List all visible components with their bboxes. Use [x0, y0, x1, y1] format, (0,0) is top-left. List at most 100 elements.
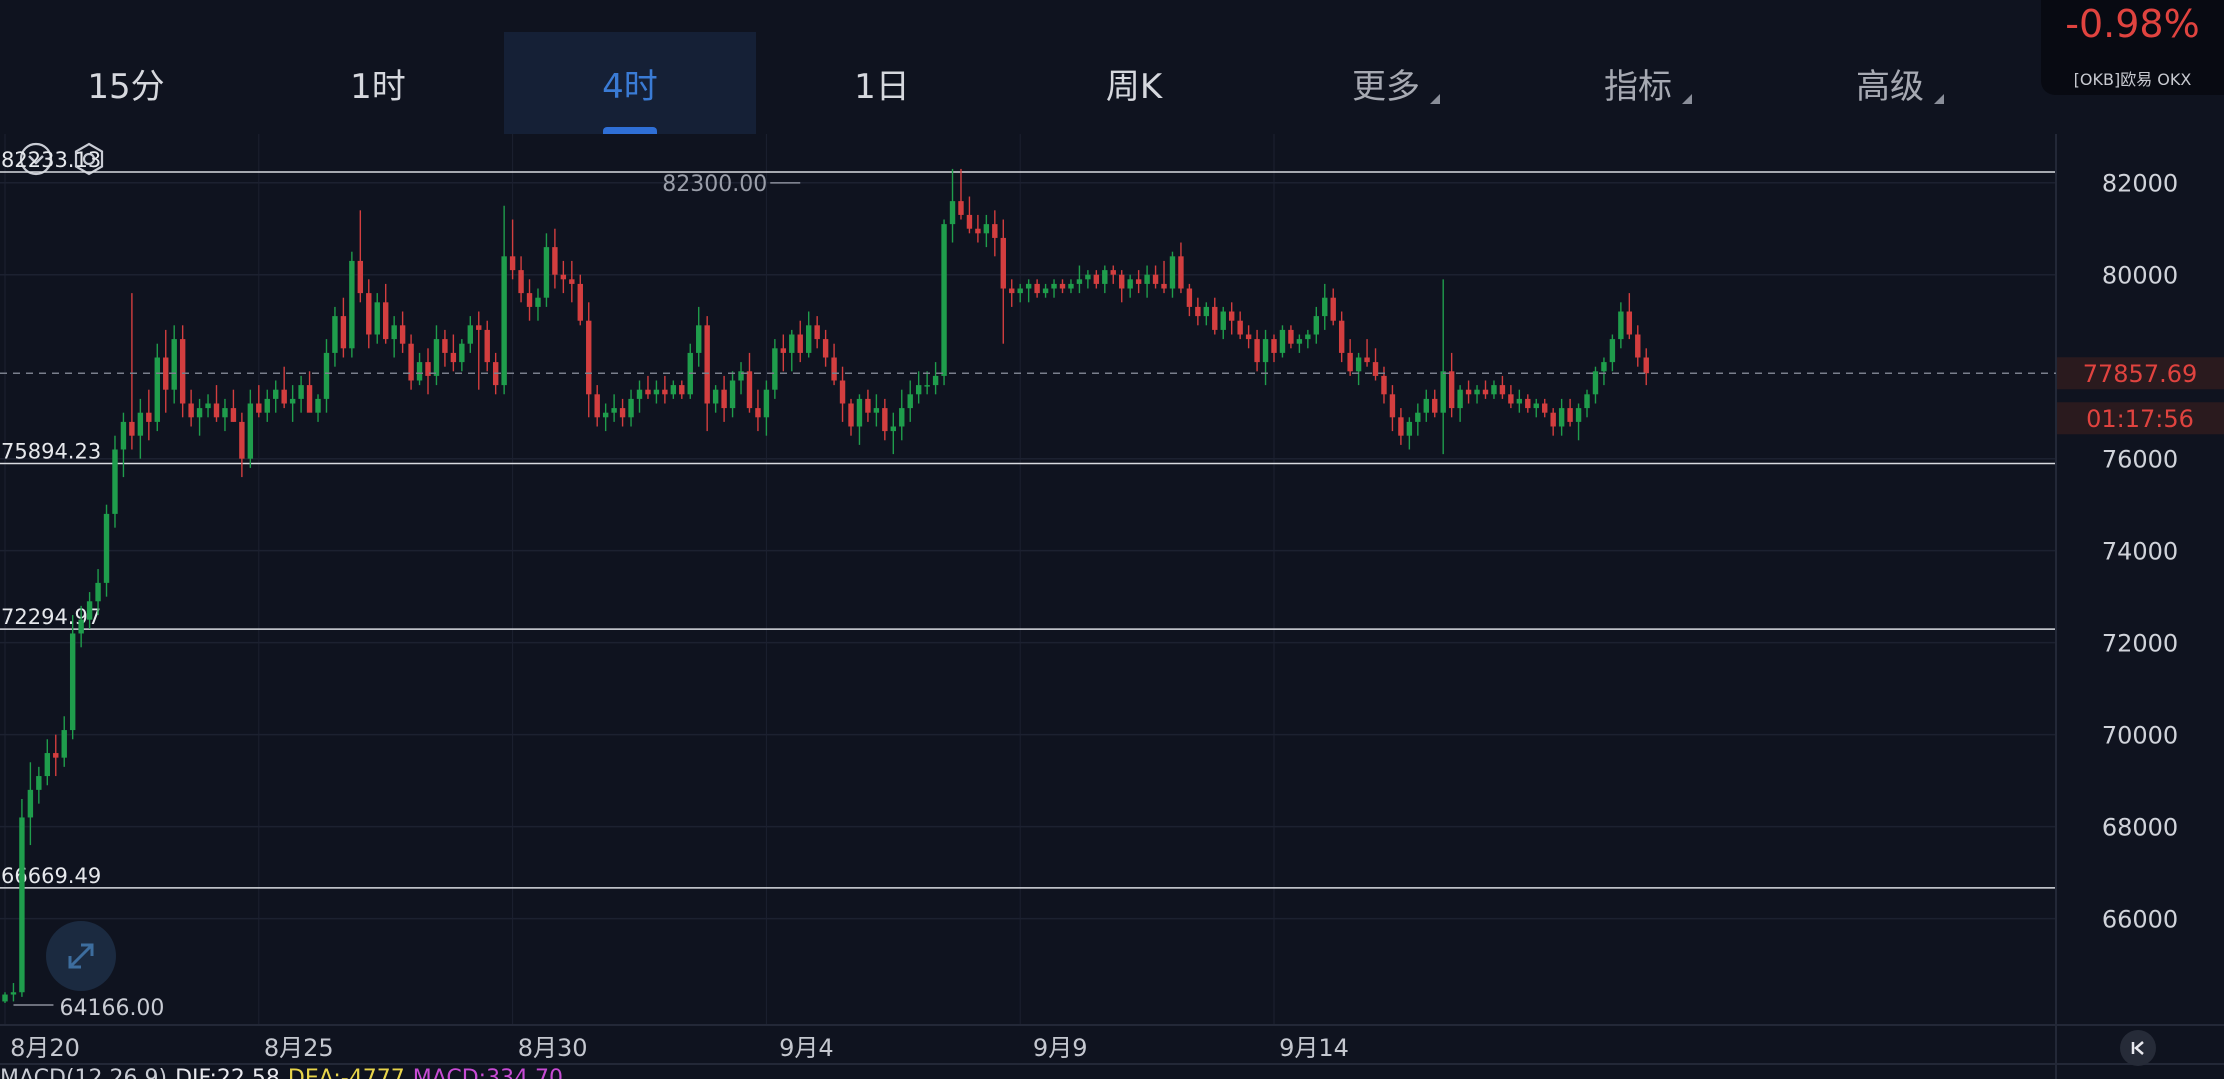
candle	[323, 339, 330, 413]
candle-body	[1330, 297, 1336, 321]
candle	[645, 375, 651, 399]
active-tab-indicator	[603, 127, 657, 134]
candle	[1212, 297, 1218, 335]
candle-body	[1364, 357, 1370, 363]
candle	[1034, 279, 1040, 298]
candle-body	[1643, 357, 1649, 374]
tab-more[interactable]: 更多	[1260, 32, 1512, 134]
chevron-down-circle-icon[interactable]	[18, 141, 54, 177]
tab-1d[interactable]: 1日	[756, 32, 1008, 134]
candle	[1601, 357, 1607, 386]
candle	[264, 389, 270, 422]
x-tick-label: 8月30	[518, 1034, 588, 1062]
candle-body	[687, 352, 693, 395]
tab-advanced-label: 高级	[1856, 66, 1924, 107]
tab-4h[interactable]: 4时	[504, 32, 756, 134]
candle	[1448, 352, 1455, 418]
candle	[611, 394, 617, 422]
candle	[1059, 279, 1066, 294]
candle	[281, 366, 287, 409]
candle	[1338, 311, 1345, 363]
candle-body	[467, 325, 473, 344]
level-label: 72294.97	[1, 605, 101, 629]
candle	[535, 288, 541, 321]
candle-body	[256, 403, 262, 413]
candle	[966, 196, 973, 234]
candle	[154, 343, 160, 432]
candle	[1203, 302, 1210, 326]
chart-overlay: 77857.69 01:17:56 82300.00 64166.00	[0, 172, 2224, 1021]
candle-body	[357, 260, 364, 294]
candle	[1474, 385, 1480, 404]
candle-body	[239, 421, 245, 459]
candle	[1288, 325, 1294, 349]
candle	[213, 385, 220, 422]
candle-body	[729, 380, 736, 409]
candle-body	[1178, 256, 1184, 289]
candle	[36, 766, 42, 804]
candle-body	[1567, 408, 1573, 422]
candle	[1000, 219, 1006, 344]
tab-1h[interactable]: 1时	[252, 32, 504, 134]
candle-body	[1229, 311, 1235, 321]
candle	[171, 325, 177, 404]
exchange-source-label: [OKB]欧易 OKX	[2073, 70, 2192, 89]
candle-body	[10, 992, 17, 995]
candle	[949, 168, 956, 243]
tab-15m[interactable]: 15分	[0, 32, 252, 134]
skip-to-start-icon[interactable]	[2120, 1030, 2156, 1066]
candle	[1525, 394, 1531, 413]
expand-arrows-icon[interactable]	[46, 921, 116, 991]
tab-weekly[interactable]: 周K	[1008, 32, 1260, 134]
candle	[1178, 242, 1184, 294]
candle-body	[1592, 371, 1599, 395]
tab-advanced[interactable]: 高级	[1764, 32, 2016, 134]
candle-body	[882, 408, 888, 432]
candle	[196, 398, 203, 436]
candle	[450, 334, 457, 372]
high-marker-label: 82300.00	[662, 172, 767, 197]
candle	[163, 329, 169, 413]
candle	[814, 316, 820, 349]
hexagon-settings-icon[interactable]	[71, 141, 107, 177]
candle	[484, 320, 490, 372]
candle	[882, 398, 888, 441]
candle	[1271, 334, 1277, 363]
candle	[958, 168, 964, 220]
candle-body	[1000, 237, 1006, 289]
candle	[1542, 398, 1548, 418]
candlestick-chart[interactable]: 82233.1375894.2372294.9766669.49 8200080…	[0, 0, 2224, 1079]
x-tick-label: 9月14	[1279, 1034, 1349, 1062]
candle	[205, 394, 211, 418]
candle	[602, 403, 609, 432]
candle	[1144, 265, 1150, 298]
candle-body	[459, 343, 465, 363]
candle	[1313, 306, 1319, 344]
candle-body	[738, 371, 744, 381]
candle	[1042, 283, 1049, 298]
candle	[315, 394, 321, 422]
candle-body	[1051, 283, 1057, 289]
candle	[1330, 288, 1336, 326]
candle	[357, 210, 364, 303]
tab-1h-label: 1时	[350, 66, 406, 107]
candle-body	[873, 408, 880, 413]
candle-body	[205, 403, 211, 409]
candle-body	[1516, 398, 1523, 404]
candle-body	[1313, 316, 1319, 335]
candle-body	[1288, 329, 1294, 344]
candle-body	[349, 260, 355, 349]
tab-indicators[interactable]: 指标	[1512, 32, 1764, 134]
candle	[780, 334, 787, 372]
candle-body	[2, 994, 8, 1002]
candle-body	[163, 357, 169, 390]
candle	[789, 329, 795, 372]
candle-body	[518, 270, 524, 294]
candle	[476, 311, 482, 390]
candle	[1068, 279, 1074, 294]
candle	[239, 412, 245, 478]
candles	[2, 168, 1649, 1003]
candle	[349, 251, 355, 358]
candle	[467, 316, 473, 353]
candle	[509, 219, 516, 280]
